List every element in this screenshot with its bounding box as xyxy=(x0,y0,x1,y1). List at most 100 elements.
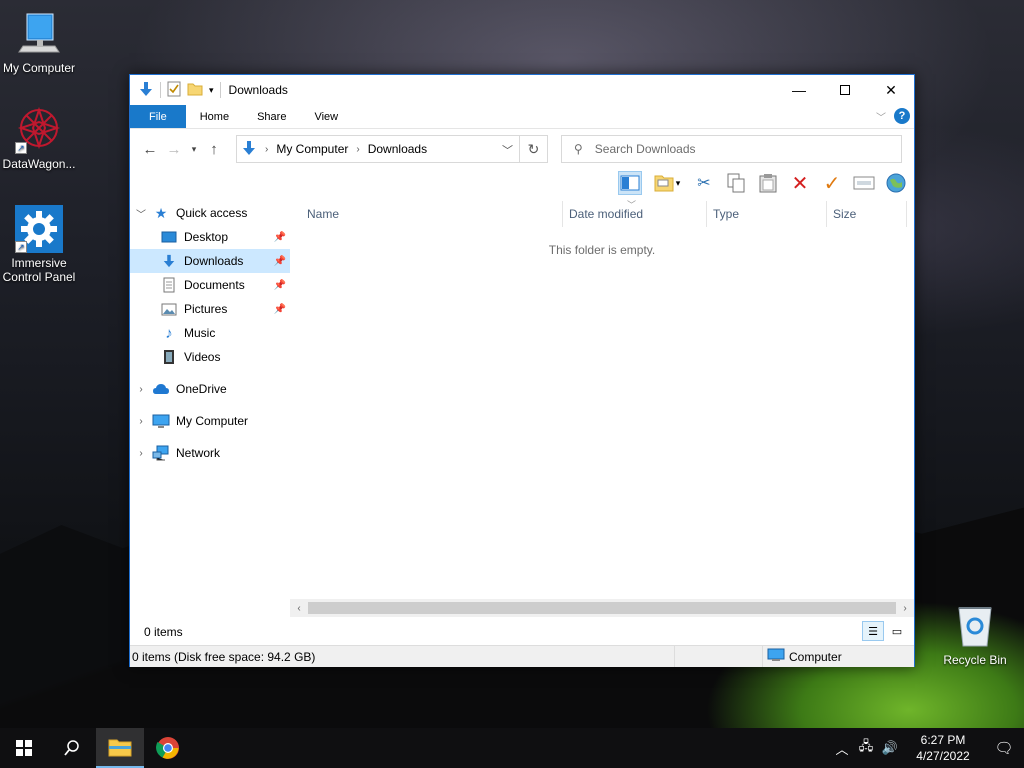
nav-item-desktop[interactable]: Desktop 📌 xyxy=(130,225,290,249)
music-icon: ♪ xyxy=(165,324,173,342)
scroll-right-icon[interactable]: › xyxy=(896,603,914,614)
explorer-window: ▾ Downloads — ✕ File Home Share View ﹀ ?… xyxy=(129,74,915,667)
ribbon-tabs: File Home Share View ﹀ ? xyxy=(130,105,914,129)
separator xyxy=(160,82,161,98)
window-title: Downloads xyxy=(228,83,288,97)
close-button[interactable]: ✕ xyxy=(868,75,914,105)
pin-icon[interactable]: 📌 xyxy=(274,256,286,267)
nav-onedrive[interactable]: › OneDrive xyxy=(130,377,290,401)
rename-icon[interactable] xyxy=(852,171,876,195)
taskbar-chrome[interactable] xyxy=(144,728,192,768)
nav-item-downloads[interactable]: Downloads 📌 xyxy=(130,249,290,273)
maximize-icon xyxy=(840,85,850,95)
clock[interactable]: 6:27 PM 4/27/2022 xyxy=(902,732,984,764)
large-icons-view-icon[interactable]: ▭ xyxy=(886,621,908,641)
maximize-button[interactable] xyxy=(822,75,868,105)
network-icon xyxy=(152,445,170,461)
volume-icon[interactable]: 🔊 xyxy=(878,740,902,756)
nav-item-music[interactable]: ♪ Music xyxy=(130,321,290,345)
toolbar-icons: ▾ ✂ ✕ ✓ xyxy=(618,169,908,197)
desktop-icon-datawagon[interactable]: ↗ DataWagon... xyxy=(0,106,78,171)
start-button[interactable] xyxy=(0,728,48,768)
breadcrumb-chevron-icon[interactable]: › xyxy=(265,144,268,155)
expand-chevron-icon[interactable]: › xyxy=(130,416,152,427)
nav-item-pictures[interactable]: Pictures 📌 xyxy=(130,297,290,321)
cut-icon[interactable]: ✂ xyxy=(692,171,716,195)
paste-icon[interactable] xyxy=(756,171,780,195)
copy-icon[interactable] xyxy=(724,171,748,195)
breadcrumb-downloads[interactable]: Downloads xyxy=(368,142,427,156)
details-bar-spacer xyxy=(675,646,763,667)
file-list-pane: Name Date modified ﹀ Type Size This fold… xyxy=(290,200,914,617)
expand-ribbon-icon[interactable]: ﹀ xyxy=(876,109,886,124)
notification-icon[interactable]: 🗨 xyxy=(984,739,1024,757)
recycle-bin-icon xyxy=(951,602,999,650)
help-icon[interactable]: ? xyxy=(894,108,910,124)
nav-my-computer[interactable]: › My Computer xyxy=(130,409,290,433)
command-toolbar: ▾ ✂ ✕ ✓ xyxy=(130,169,914,199)
column-name[interactable]: Name xyxy=(301,201,563,227)
scrollbar-thumb[interactable] xyxy=(308,602,896,614)
nav-label: Music xyxy=(184,326,216,340)
new-folder-icon[interactable]: ▾ xyxy=(650,171,684,195)
chrome-icon xyxy=(156,737,179,759)
desktop-icon-recycle-bin[interactable]: Recycle Bin xyxy=(936,602,1014,667)
star-icon: ★ xyxy=(154,204,168,221)
show-hidden-icons-icon[interactable]: ︿ xyxy=(830,739,854,758)
address-bar[interactable]: › My Computer › Downloads ﹀ ↻ xyxy=(236,135,548,163)
location-zone: Computer xyxy=(763,648,842,665)
delete-icon[interactable]: ✕ xyxy=(788,171,812,195)
desktop-icon-immersive-control-panel[interactable]: ↗ Immersive Control Panel xyxy=(0,205,78,284)
close-icon: ✕ xyxy=(885,81,897,98)
nav-item-documents[interactable]: Documents 📌 xyxy=(130,273,290,297)
search-button[interactable] xyxy=(48,728,96,768)
tab-view[interactable]: View xyxy=(300,105,352,128)
address-dropdown-icon[interactable]: ﹀ xyxy=(502,142,513,158)
nav-label: Quick access xyxy=(176,206,248,220)
back-button[interactable]: ← xyxy=(138,141,162,158)
column-size[interactable]: Size xyxy=(827,201,907,227)
gear-icon: ↗ xyxy=(15,205,63,253)
pin-icon[interactable]: 📌 xyxy=(274,304,286,315)
breadcrumb-my-computer[interactable]: My Computer xyxy=(276,142,348,156)
taskbar: ︿ 🖧 🔊 6:27 PM 4/27/2022 🗨 xyxy=(0,728,1024,768)
properties-icon[interactable] xyxy=(167,81,181,100)
pin-icon[interactable]: 📌 xyxy=(274,232,286,243)
search-input[interactable]: ⚲ Search Downloads xyxy=(561,135,902,163)
nav-item-videos[interactable]: Videos xyxy=(130,345,290,369)
search-icon xyxy=(64,740,79,756)
up-button[interactable]: ↑ xyxy=(202,141,226,158)
recent-locations-button[interactable]: ▾ xyxy=(186,144,202,155)
minimize-icon: — xyxy=(792,82,806,98)
breadcrumb-chevron-icon[interactable]: › xyxy=(356,144,359,155)
details-view-icon[interactable]: ☰ xyxy=(862,621,884,641)
network-tray-icon[interactable]: 🖧 xyxy=(854,737,878,759)
tab-file[interactable]: File xyxy=(130,105,186,128)
tab-home[interactable]: Home xyxy=(186,105,243,128)
nav-label: Pictures xyxy=(184,302,228,316)
horizontal-scrollbar[interactable]: ‹ › xyxy=(290,599,914,617)
new-folder-qat-icon[interactable] xyxy=(187,82,203,99)
minimize-button[interactable]: — xyxy=(776,75,822,105)
check-icon[interactable]: ✓ xyxy=(820,171,844,195)
collapse-chevron-icon[interactable]: ﹀ xyxy=(130,206,152,221)
details-bar: 0 items (Disk free space: 94.2 GB) Compu… xyxy=(130,645,914,667)
downloads-arrow-icon xyxy=(138,81,154,100)
nav-network[interactable]: › Network xyxy=(130,441,290,465)
nav-label: Downloads xyxy=(184,254,244,268)
column-date-modified[interactable]: Date modified ﹀ xyxy=(563,200,707,227)
desktop-icon-my-computer[interactable]: My Computer xyxy=(0,10,78,75)
refresh-button[interactable]: ↻ xyxy=(519,136,547,162)
nav-quick-access[interactable]: ﹀ ★ Quick access xyxy=(130,201,290,225)
forward-button[interactable]: → xyxy=(162,141,186,158)
customize-qat-icon[interactable]: ▾ xyxy=(209,85,214,96)
expand-chevron-icon[interactable]: › xyxy=(130,384,152,395)
taskbar-file-explorer[interactable] xyxy=(96,728,144,768)
scroll-left-icon[interactable]: ‹ xyxy=(290,603,308,614)
globe-icon[interactable] xyxy=(884,171,908,195)
tab-share[interactable]: Share xyxy=(243,105,300,128)
pin-icon[interactable]: 📌 xyxy=(274,280,286,291)
expand-chevron-icon[interactable]: › xyxy=(130,448,152,459)
column-type[interactable]: Type xyxy=(707,201,827,227)
